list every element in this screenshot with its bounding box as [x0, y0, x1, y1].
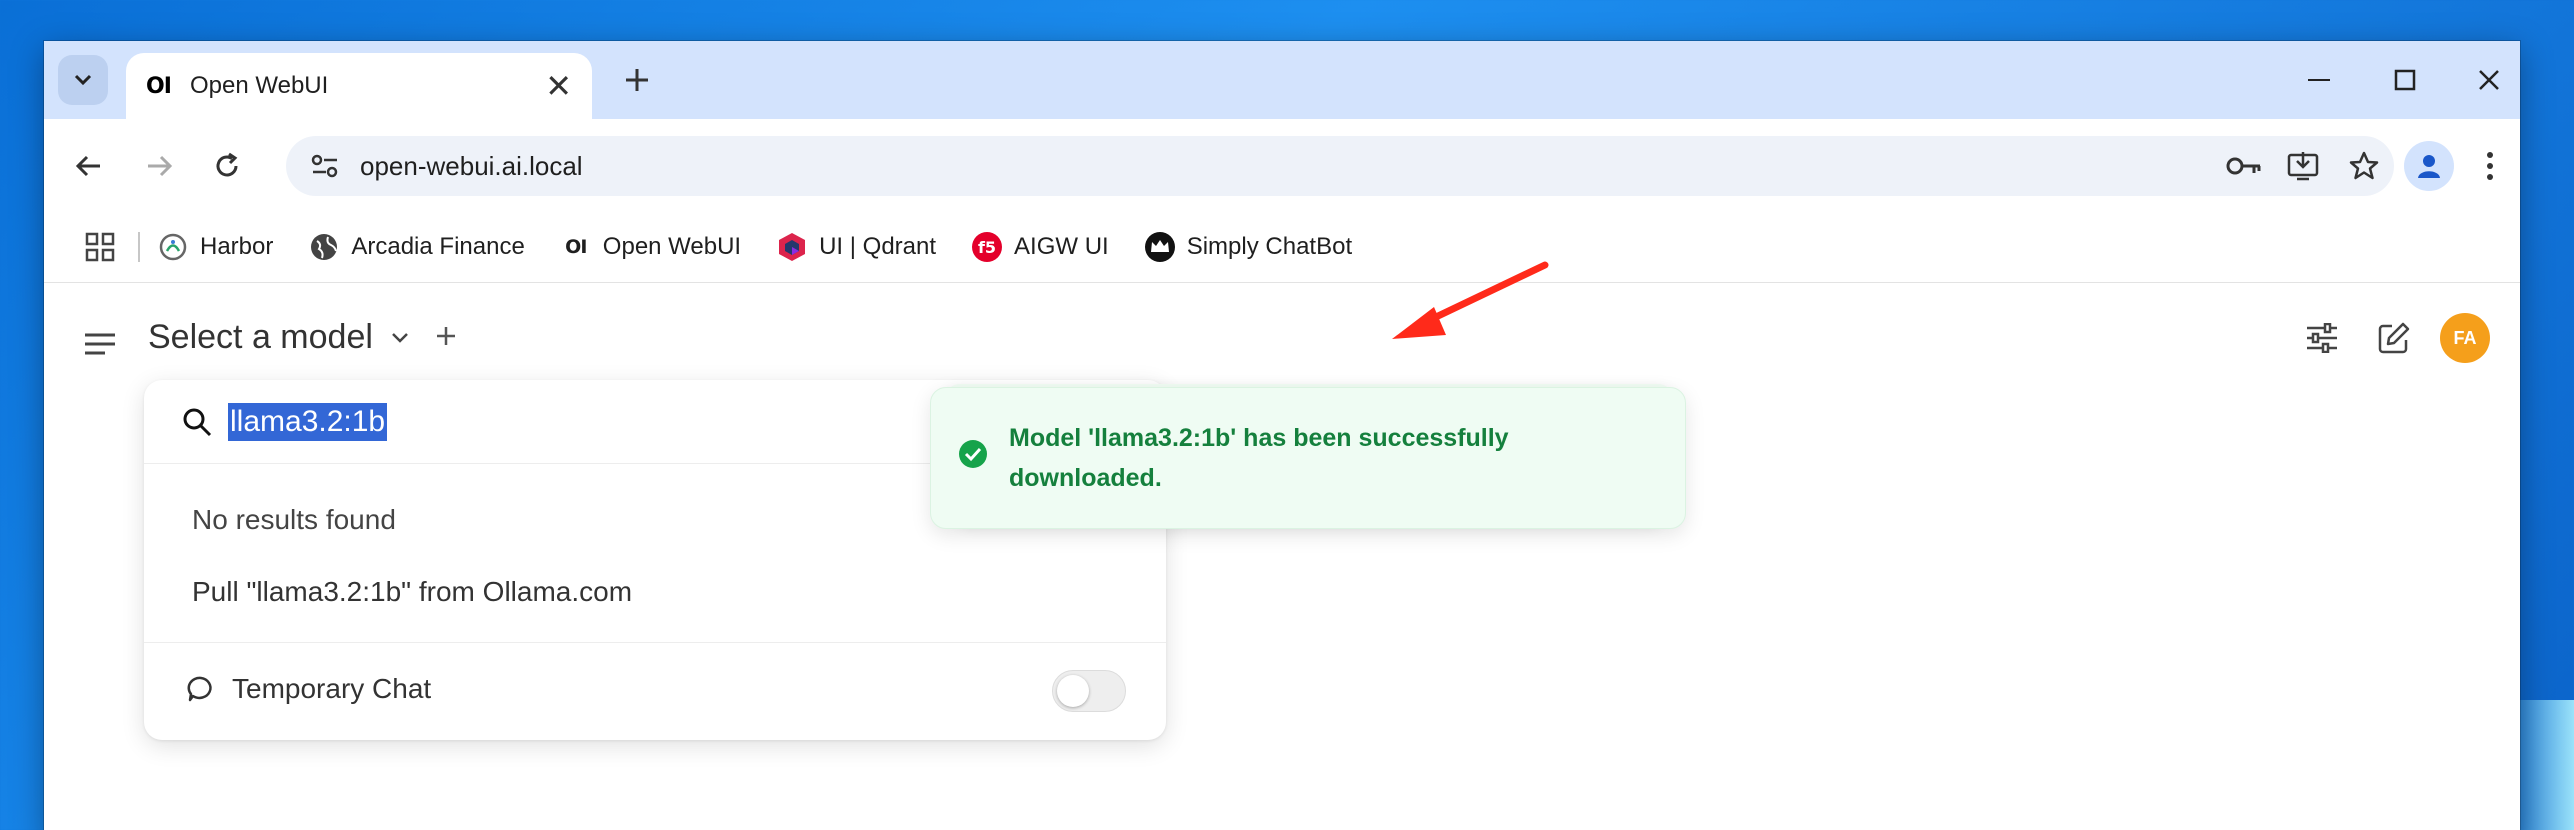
open-webui-app: Select a model FA llama3.2:1b No results…: [44, 284, 2520, 830]
globe-icon: [307, 230, 341, 264]
browser-toolbar: open-webui.ai.local: [44, 119, 2520, 211]
temporary-chat-label: Temporary Chat: [232, 673, 432, 704]
temporary-chat-row[interactable]: Temporary Chat: [184, 672, 431, 706]
browser-window: OI Open WebUI ✕ open-webui.ai.local Harb…: [44, 41, 2520, 830]
f5-logo-text: f5: [978, 238, 996, 257]
arrow-right-icon: [148, 155, 173, 177]
bookmark-label: UI | Qdrant: [819, 232, 937, 260]
bookmarks-bar: Harbor Arcadia Finance OI Open WebUI UI …: [44, 211, 2520, 283]
more-vertical-icon: [2487, 152, 2493, 180]
maximize-button[interactable]: [2370, 53, 2440, 107]
header-tools: FA: [2276, 312, 2490, 364]
check-circle-icon: [957, 438, 989, 470]
minimize-button[interactable]: [2284, 53, 2354, 107]
crown-icon: [1143, 230, 1177, 264]
bookmark-label: Simply ChatBot: [1186, 232, 1353, 260]
temporary-chat-toggle[interactable]: [1052, 670, 1126, 712]
dropdown-divider: [144, 642, 1166, 643]
user-avatar[interactable]: FA: [2440, 313, 2490, 363]
bookmark-harbor[interactable]: Harbor: [156, 230, 273, 264]
chevron-down-icon: [387, 325, 413, 351]
success-toast[interactable]: Model 'llama3.2:1b' has been successfull…: [930, 387, 1686, 529]
url-text: open-webui.ai.local: [360, 150, 583, 181]
plus-icon: [436, 326, 455, 345]
model-selector[interactable]: Select a model: [148, 318, 457, 357]
forward-button[interactable]: [134, 141, 184, 191]
bookmark-star-icon[interactable]: [2334, 136, 2394, 196]
bookmark-qdrant[interactable]: UI | Qdrant: [775, 230, 936, 264]
chat-bubble-icon: [184, 672, 218, 706]
bookmark-aigw-ui[interactable]: f5 AIGW UI: [970, 230, 1109, 264]
pull-model-option[interactable]: Pull "llama3.2:1b" from Ollama.com: [192, 576, 632, 608]
bookmark-label: Arcadia Finance: [351, 232, 525, 260]
qdrant-icon: [775, 230, 809, 264]
desktop-background: [2514, 700, 2574, 830]
new-chat-edit-icon[interactable]: [2368, 312, 2420, 364]
tab-title: Open WebUI: [190, 72, 329, 99]
tab-close-icon[interactable]: ✕: [545, 67, 572, 105]
install-app-icon[interactable]: [2274, 136, 2334, 196]
site-info-icon[interactable]: [302, 143, 348, 189]
close-window-button[interactable]: [2454, 53, 2520, 107]
sidebar-toggle-button[interactable]: [78, 322, 122, 366]
annotation-arrow-icon: [1392, 261, 1549, 339]
back-button[interactable]: [64, 141, 114, 191]
search-icon: [180, 405, 214, 439]
arrow-left-icon: [75, 155, 100, 177]
toggle-knob: [1057, 675, 1089, 707]
bookmarks-separator: [138, 231, 140, 262]
maximize-icon: [2394, 69, 2416, 91]
bookmark-label: Open WebUI: [602, 232, 742, 260]
bookmark-open-webui[interactable]: OI Open WebUI: [559, 230, 741, 264]
tab-strip: OI Open WebUI ✕: [44, 41, 2520, 119]
openwebui-icon: OI: [565, 235, 587, 258]
tab-open-webui[interactable]: OI Open WebUI ✕: [126, 53, 592, 119]
person-icon: [2418, 155, 2440, 178]
address-bar[interactable]: open-webui.ai.local: [286, 136, 2394, 196]
close-icon: [2479, 70, 2499, 90]
plus-icon: [626, 69, 648, 91]
model-selector-label: Select a model: [148, 318, 373, 356]
tab-search-button[interactable]: [58, 55, 108, 105]
browser-menu-button[interactable]: [2470, 141, 2510, 191]
harbor-icon: [156, 230, 190, 264]
add-model-button[interactable]: [435, 321, 457, 355]
bookmark-arcadia-finance[interactable]: Arcadia Finance: [307, 230, 525, 264]
profile-button[interactable]: [2404, 141, 2454, 191]
password-key-icon[interactable]: [2214, 136, 2274, 196]
f5-icon: f5: [970, 230, 1004, 264]
reload-icon: [216, 152, 238, 177]
bookmark-label: Harbor: [200, 232, 274, 260]
chevron-down-icon: [74, 74, 92, 86]
menu-icon: [85, 333, 115, 355]
openwebui-favicon-icon: OI: [146, 73, 172, 99]
bookmark-label: AIGW UI: [1014, 232, 1109, 260]
toast-message: Model 'llama3.2:1b' has been successfull…: [1009, 424, 1509, 492]
apps-grid-icon[interactable]: [80, 227, 120, 267]
minimize-icon: [2308, 79, 2330, 81]
reload-button[interactable]: [202, 141, 252, 191]
model-search-input[interactable]: llama3.2:1b: [228, 402, 388, 441]
bookmark-simply-chatbot[interactable]: Simply ChatBot: [1143, 230, 1352, 264]
new-tab-button[interactable]: [612, 55, 662, 105]
no-results-text: No results found: [192, 504, 396, 535]
controls-sliders-icon[interactable]: [2296, 312, 2348, 364]
